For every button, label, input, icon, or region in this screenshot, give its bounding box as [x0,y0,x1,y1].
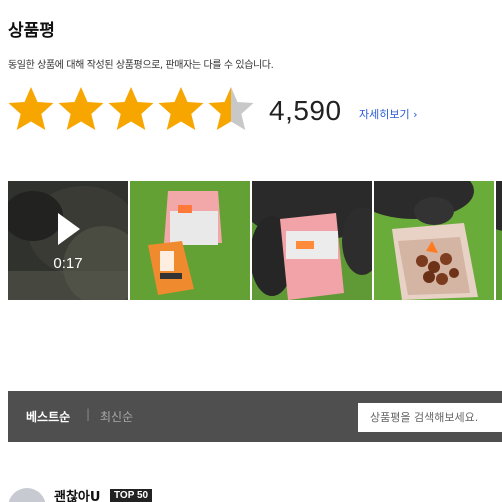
star-rating [6,86,256,132]
sort-separator: | [86,407,91,421]
reviewer-name: 괜찮아U [54,490,101,502]
play-icon [58,213,80,245]
reviewer-badge: TOP 50 [110,489,153,502]
star-icon [58,87,104,130]
video-thumbnail[interactable]: 0:17 [8,181,128,300]
star-icon [8,87,54,130]
video-duration: 0:17 [53,255,83,272]
review-count: 4,590 [269,95,342,126]
review-filter-bar: 베스트순 | 최신순 [8,391,502,442]
page-title: 상품평 [8,21,55,41]
star-icon [108,87,154,130]
review-photo[interactable] [496,181,502,300]
review-photo[interactable] [374,181,494,300]
chevron-right-icon: › [409,108,418,121]
review-photo[interactable] [252,181,372,300]
review-media-gallery: 0:17 [8,181,502,300]
sort-latest-tab[interactable]: 최신순 [100,408,133,425]
review-photo[interactable] [130,181,250,300]
sort-best-tab[interactable]: 베스트순 [26,408,70,425]
avatar [8,488,46,502]
review-search-input[interactable] [358,403,502,432]
detail-link[interactable]: 자세히보기 › [359,106,418,122]
half-star-icon [208,87,254,130]
review-description: 동일한 상품에 대해 작성된 상품평으로, 판매자는 다를 수 있습니다. [8,60,274,71]
star-icon [158,87,204,130]
detail-link-label: 자세히보기 [359,108,410,121]
